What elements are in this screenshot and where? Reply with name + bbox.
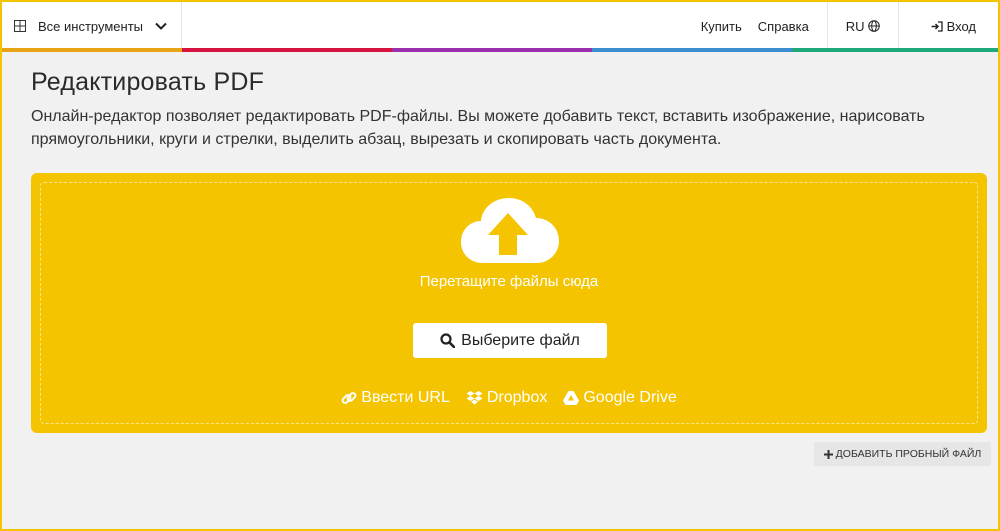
all-tools-button[interactable]: Все инструменты xyxy=(2,2,182,50)
language-label: RU xyxy=(845,18,865,34)
plus-icon xyxy=(823,449,833,459)
colorbar-segment xyxy=(392,48,592,52)
dropbox-icon xyxy=(466,390,483,406)
upload-sources: Ввести URL Dropbox Google Drive xyxy=(31,389,987,407)
globe-icon xyxy=(867,20,880,32)
drop-files-text: Перетащите файлы сюда xyxy=(419,273,599,290)
file-drop-zone[interactable]: Перетащите файлы сюда Выберите файл Ввес… xyxy=(31,173,987,433)
brand-color-bar xyxy=(2,48,998,52)
grid-icon xyxy=(14,20,26,32)
top-header: Все инструменты Купить Справка RU Вход xyxy=(2,2,998,50)
login-label: Вход xyxy=(946,18,976,34)
choose-file-label: Выберите файл xyxy=(461,331,580,349)
login-icon xyxy=(931,20,943,32)
dropbox-label: Dropbox xyxy=(486,389,548,406)
enter-url-button[interactable]: Ввести URL xyxy=(341,389,450,407)
header-nav: Купить Справка RU Вход xyxy=(701,2,998,50)
buy-link[interactable]: Купить xyxy=(701,19,742,34)
app-frame: Все инструменты Купить Справка RU Вход Р… xyxy=(0,0,1000,531)
search-icon xyxy=(440,333,456,348)
google-drive-button[interactable]: Google Drive xyxy=(563,389,677,407)
help-link[interactable]: Справка xyxy=(758,19,809,34)
page-title: Редактировать PDF xyxy=(31,68,265,96)
enter-url-label: Ввести URL xyxy=(361,389,450,406)
add-sample-file-label: ДОБАВИТЬ ПРОБНЫЙ ФАЙЛ xyxy=(835,448,982,460)
dropbox-button[interactable]: Dropbox xyxy=(466,389,547,407)
google-drive-label: Google Drive xyxy=(583,389,677,406)
chevron-down-icon xyxy=(155,22,167,30)
all-tools-label: Все инструменты xyxy=(38,18,143,34)
colorbar-segment xyxy=(2,48,182,52)
colorbar-segment xyxy=(182,48,392,52)
choose-file-button[interactable]: Выберите файл xyxy=(413,323,607,358)
language-selector[interactable]: RU xyxy=(828,2,898,50)
colorbar-segment xyxy=(792,48,998,52)
cloud-upload-icon xyxy=(461,198,559,263)
google-drive-icon xyxy=(563,391,580,405)
link-icon xyxy=(341,390,357,406)
add-sample-file-button[interactable]: ДОБАВИТЬ ПРОБНЫЙ ФАЙЛ xyxy=(814,442,991,466)
page-description: Онлайн-редактор позволяет редактировать … xyxy=(31,108,925,148)
login-button[interactable]: Вход xyxy=(899,2,998,50)
colorbar-segment xyxy=(592,48,792,52)
